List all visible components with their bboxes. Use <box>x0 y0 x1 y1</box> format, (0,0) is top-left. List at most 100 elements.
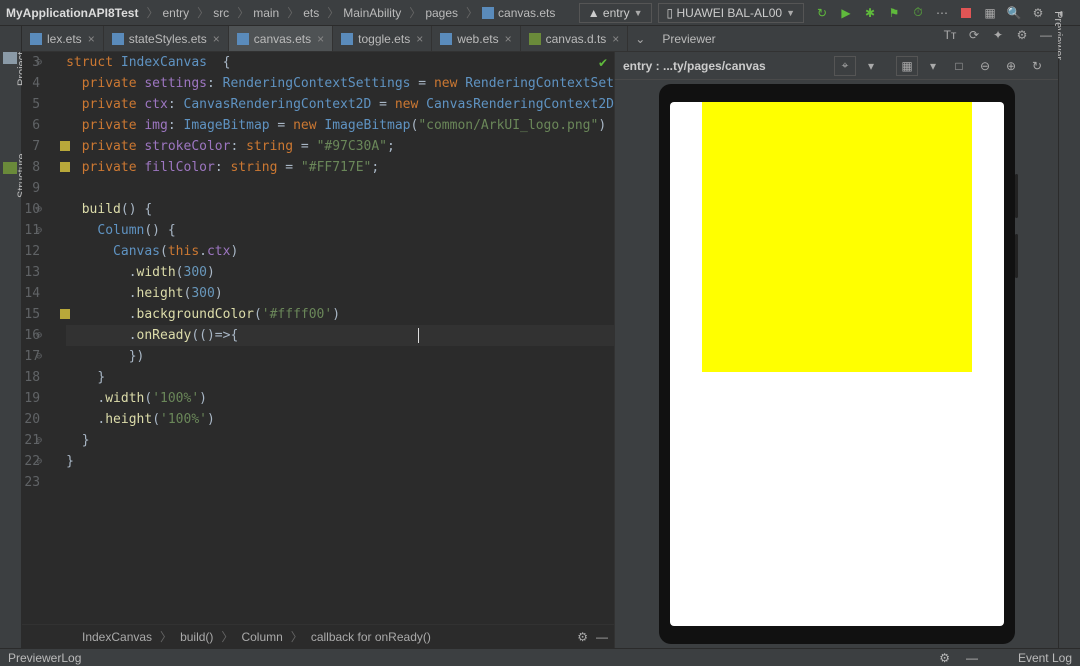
code-line[interactable] <box>66 472 614 493</box>
file-icon <box>237 33 249 45</box>
multi-device-icon[interactable]: ▦ <box>896 56 918 76</box>
phone-screen[interactable] <box>670 102 1004 626</box>
fold-icon[interactable]: ⊖ <box>36 220 42 241</box>
attach-icon[interactable]: ⋯ <box>933 4 951 22</box>
preview-minimize-icon[interactable]: — <box>1037 26 1055 44</box>
search-icon[interactable]: 🔍 <box>1005 4 1023 22</box>
close-icon[interactable]: × <box>88 32 95 46</box>
status-gear-icon[interactable]: ⚙ <box>939 651 950 665</box>
code-line[interactable] <box>66 178 614 199</box>
code-line[interactable]: private strokeColor: string = "#97C30A"; <box>66 136 614 157</box>
main-area: ✔ 34567891011121314151617181920212223 ⊖s… <box>22 52 1058 648</box>
bottom-crumb-item[interactable]: Column <box>241 630 282 644</box>
fold-icon[interactable]: ⊖ <box>36 199 42 220</box>
phone-side-button <box>1015 174 1018 218</box>
breadcrumb-item[interactable]: entry <box>162 6 189 20</box>
file-tab[interactable]: web.ets × <box>432 26 520 51</box>
tabs-overflow[interactable]: ⌄ <box>628 26 652 51</box>
code-line[interactable]: ⊖struct IndexCanvas { <box>66 52 614 73</box>
coverage-icon[interactable]: ⚑ <box>885 4 903 22</box>
fold-icon[interactable]: ⊖ <box>36 451 42 472</box>
file-tab-label: canvas.d.ts <box>546 32 607 46</box>
code-line[interactable]: ⊖ build() { <box>66 199 614 220</box>
project-tool-icon[interactable] <box>3 52 17 64</box>
settings-icon[interactable]: ⚙ <box>1029 4 1047 22</box>
stop-icon[interactable] <box>957 4 975 22</box>
file-tab[interactable]: lex.ets× <box>22 26 104 51</box>
run-config-dropdown[interactable]: ▲ entry▼ <box>579 3 652 23</box>
preview-pin-icon[interactable]: ✦ <box>989 26 1007 44</box>
preview-refresh-icon[interactable]: ⟳ <box>965 26 983 44</box>
breadcrumb-item[interactable]: MainAbility <box>343 6 401 20</box>
code-line[interactable]: .width('100%') <box>66 388 614 409</box>
code-line[interactable]: private ctx: CanvasRenderingContext2D = … <box>66 94 614 115</box>
code-line[interactable]: private img: ImageBitmap = new ImageBitm… <box>66 115 614 136</box>
inspect-icon[interactable]: ⌖ <box>834 56 856 76</box>
status-left[interactable]: PreviewerLog <box>8 651 81 665</box>
code-line[interactable]: private fillColor: string = "#FF717E"; <box>66 157 614 178</box>
code-line[interactable]: } <box>66 367 614 388</box>
close-icon[interactable]: × <box>317 32 324 46</box>
breadcrumb-item[interactable]: src <box>213 6 229 20</box>
crumbs-gear-icon[interactable]: ⚙ <box>577 630 588 644</box>
layout-icon[interactable]: ▦ <box>981 4 999 22</box>
file-tab[interactable]: canvas.d.ts × <box>521 26 629 51</box>
status-min-icon[interactable]: — <box>966 651 978 665</box>
project-name[interactable]: MyApplicationAPI8Test <box>6 6 138 20</box>
device-dropdown[interactable]: ▯ HUAWEI BAL-AL00▼ <box>658 3 804 23</box>
code-line[interactable]: ⊖ } <box>66 430 614 451</box>
code-line[interactable]: Canvas(this.ctx) <box>66 241 614 262</box>
code-line[interactable]: .width(300) <box>66 262 614 283</box>
code-line[interactable]: ⊖ Column() { <box>66 220 614 241</box>
fold-icon[interactable]: ⊖ <box>36 430 42 451</box>
fullscreen-icon[interactable]: □ <box>948 56 970 76</box>
fold-icon[interactable]: ⊖ <box>36 52 42 73</box>
refresh-icon[interactable]: ↻ <box>813 4 831 22</box>
close-icon[interactable]: × <box>505 32 512 46</box>
run-icon[interactable]: ▶ <box>837 4 855 22</box>
bottom-crumb-item[interactable]: callback for onReady() <box>311 630 431 644</box>
code-line[interactable]: ⊖ .onReady(()=>{ <box>66 325 614 346</box>
bottom-crumb-item[interactable]: build() <box>180 630 213 644</box>
breadcrumb-item[interactable]: canvas.ets <box>498 6 555 20</box>
multi-device-dd-icon[interactable]: ▾ <box>922 56 944 76</box>
code-line[interactable]: .height(300) <box>66 283 614 304</box>
file-icon <box>341 33 353 45</box>
breadcrumbs-bottom[interactable]: IndexCanvas〉build()〉Column〉callback for … <box>22 624 614 648</box>
file-tab[interactable]: canvas.ets× <box>229 26 333 51</box>
file-tab-label: web.ets <box>457 32 498 46</box>
code-area[interactable]: ⊖struct IndexCanvas { private settings: … <box>50 52 614 624</box>
code-line[interactable]: private settings: RenderingContextSettin… <box>66 73 614 94</box>
status-right[interactable]: Event Log <box>1018 651 1072 665</box>
close-icon[interactable]: × <box>416 32 423 46</box>
rotate-icon[interactable]: ↻ <box>1026 56 1048 76</box>
preview-text-icon[interactable]: Tт <box>941 26 959 44</box>
bottom-crumb-item[interactable]: IndexCanvas <box>82 630 152 644</box>
debug-icon[interactable]: ✱ <box>861 4 879 22</box>
status-bar: PreviewerLog ⚙ — Event Log <box>0 648 1080 666</box>
preview-settings-icon[interactable]: ⚙ <box>1013 26 1031 44</box>
preview-path: entry : ...ty/pages/canvas <box>623 59 766 73</box>
crumbs-min-icon[interactable]: — <box>596 630 608 644</box>
code-line[interactable]: ⊖} <box>66 451 614 472</box>
breadcrumb-item[interactable]: pages <box>425 6 458 20</box>
previewer-tab-label[interactable]: Previewer <box>652 26 725 51</box>
code-line[interactable]: .backgroundColor('#ffff00') <box>66 304 614 325</box>
profiler-icon[interactable]: ⏱ <box>909 4 927 22</box>
file-tab[interactable]: stateStyles.ets× <box>104 26 229 51</box>
file-icon <box>112 33 124 45</box>
zoom-in-icon[interactable]: ⊕ <box>1000 56 1022 76</box>
editor-pane: ✔ 34567891011121314151617181920212223 ⊖s… <box>22 52 615 648</box>
fold-icon[interactable]: ⊖ <box>36 346 42 367</box>
close-icon[interactable]: × <box>213 32 220 46</box>
fold-icon[interactable]: ⊖ <box>36 325 42 346</box>
breadcrumb-item[interactable]: ets <box>303 6 319 20</box>
breadcrumb-item[interactable]: main <box>253 6 279 20</box>
close-icon[interactable]: × <box>612 32 619 46</box>
code-line[interactable]: .height('100%') <box>66 409 614 430</box>
inspect-more-icon[interactable]: ▾ <box>860 56 882 76</box>
zoom-out-icon[interactable]: ⊖ <box>974 56 996 76</box>
file-tab[interactable]: toggle.ets× <box>333 26 432 51</box>
structure-tool-icon[interactable] <box>3 162 17 174</box>
code-line[interactable]: ⊖ }) <box>66 346 614 367</box>
